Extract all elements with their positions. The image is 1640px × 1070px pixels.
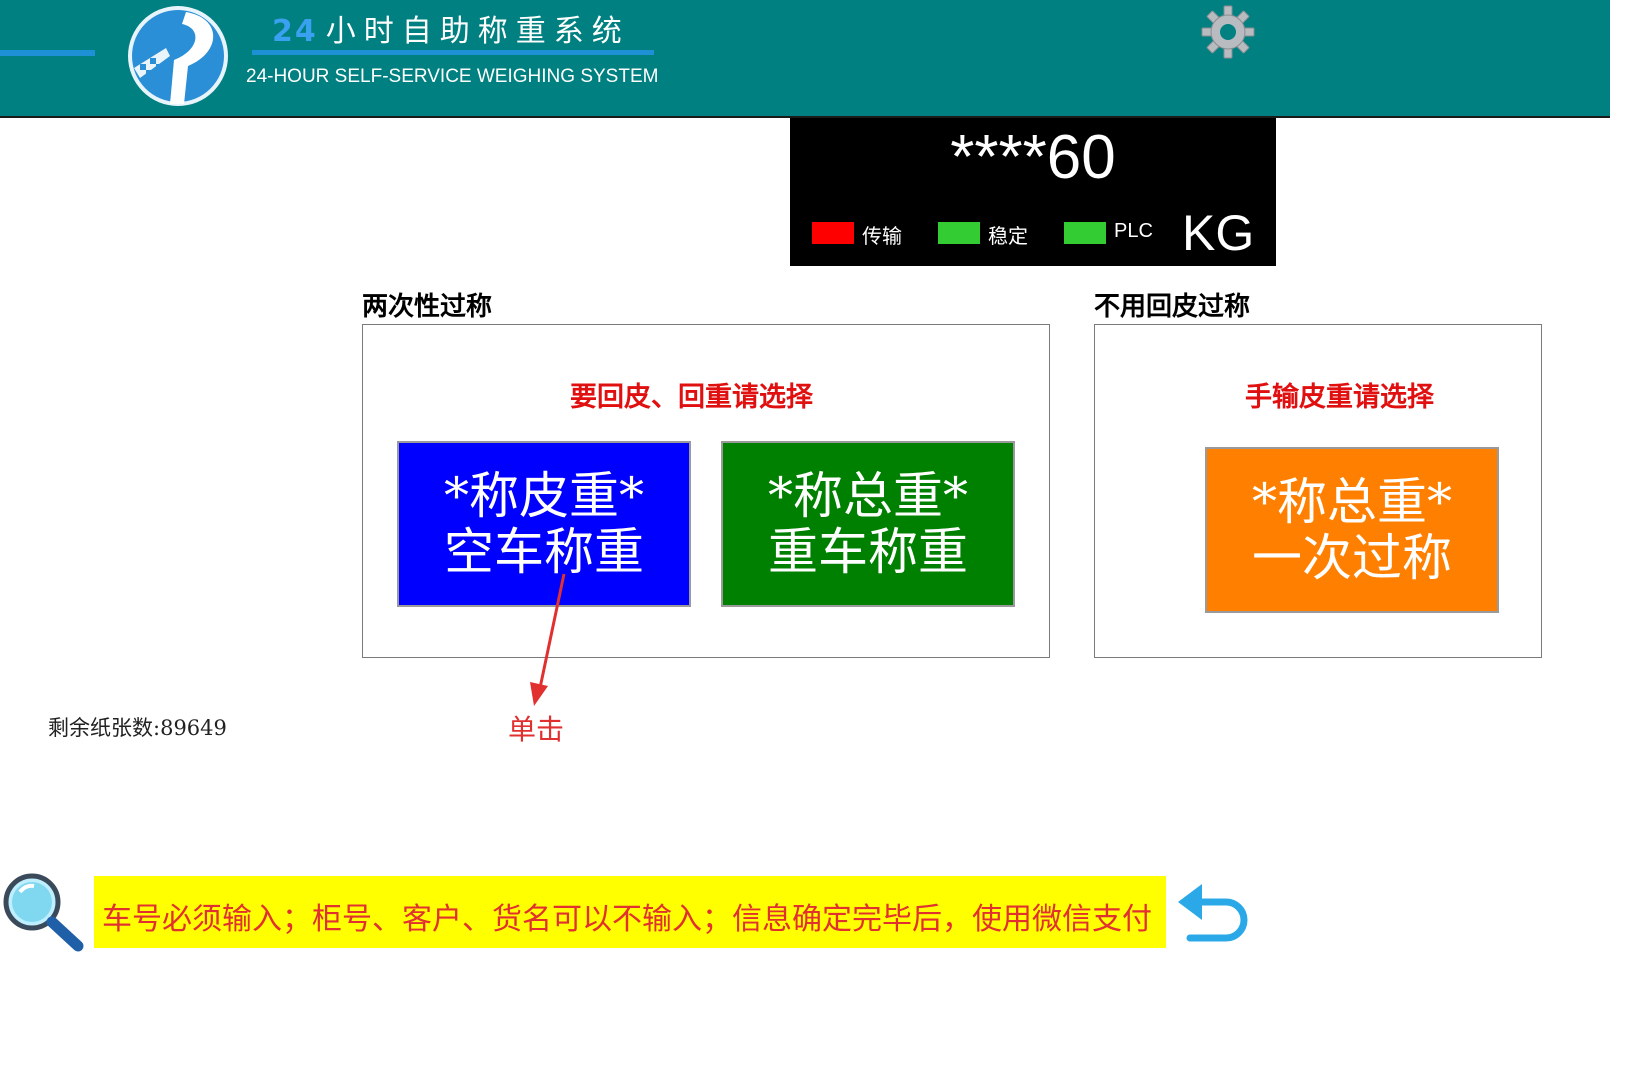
- weight-value: ****60: [950, 123, 1116, 192]
- stable-indicator: [938, 222, 980, 244]
- tare-button-line1: *称皮重*: [444, 467, 644, 525]
- magnifier-icon[interactable]: [0, 870, 86, 952]
- app-title-text: 小时自助称重系统: [325, 14, 630, 49]
- weight-display: ****60 传输 稳定 PLC KG: [790, 118, 1276, 266]
- gross-button-line1: *称总重*: [768, 467, 968, 525]
- transmission-indicator: [812, 222, 854, 244]
- single-button-line2: 一次过称: [1252, 529, 1452, 587]
- no-tare-panel: 手输皮重请选择 *称总重* 一次过称: [1094, 324, 1542, 658]
- single-button-line1: *称总重*: [1252, 473, 1452, 531]
- plc-label: PLC: [1114, 220, 1153, 242]
- stable-label: 稳定: [988, 226, 1028, 248]
- app-title-number: 24: [272, 14, 318, 49]
- two-pass-prompt: 要回皮、回重请选择: [570, 382, 813, 413]
- app-subtitle: 24-HOUR SELF-SERVICE WEIGHING SYSTEM: [246, 66, 659, 87]
- no-tare-title: 不用回皮过称: [1094, 292, 1251, 322]
- title-underline: [252, 50, 654, 55]
- paper-count: 剩余纸张数:89649: [48, 712, 227, 742]
- notice-marquee: 车号必须输入；柜号、客户、货名可以不输入；信息确定完毕后，使用微信支付: [94, 876, 1166, 948]
- annotation-arrow: [530, 573, 566, 706]
- single-pass-button[interactable]: *称总重* 一次过称: [1205, 447, 1499, 613]
- back-arrow-icon[interactable]: [1176, 880, 1256, 942]
- gross-button-line2: 重车称重: [768, 523, 968, 581]
- header-accent-line: [0, 50, 95, 56]
- paper-count-value: 89649: [160, 716, 227, 740]
- transmission-label: 传输: [862, 226, 902, 248]
- gear-icon[interactable]: [1200, 4, 1256, 60]
- notice-text: 车号必须输入；柜号、客户、货名可以不输入；信息确定完毕后，使用微信支付: [102, 902, 1152, 937]
- no-tare-prompt: 手输皮重请选择: [1245, 382, 1434, 413]
- gross-weigh-button[interactable]: *称总重* 重车称重: [721, 441, 1015, 607]
- click-annotation: 单击: [508, 713, 565, 746]
- app-header: 24 小时自助称重系统 24-HOUR SELF-SERVICE WEIGHING…: [0, 0, 1610, 118]
- two-pass-panel: 要回皮、回重请选择 *称皮重* 空车称重 *称总重* 重车称重: [362, 324, 1050, 658]
- app-title: 24 小时自助称重系统: [272, 6, 630, 49]
- plc-indicator: [1064, 222, 1106, 244]
- paper-count-label: 剩余纸张数:: [48, 716, 161, 740]
- two-pass-title: 两次性过称: [362, 292, 493, 322]
- road-logo-icon: [128, 6, 228, 106]
- weight-unit: KG: [1182, 205, 1255, 261]
